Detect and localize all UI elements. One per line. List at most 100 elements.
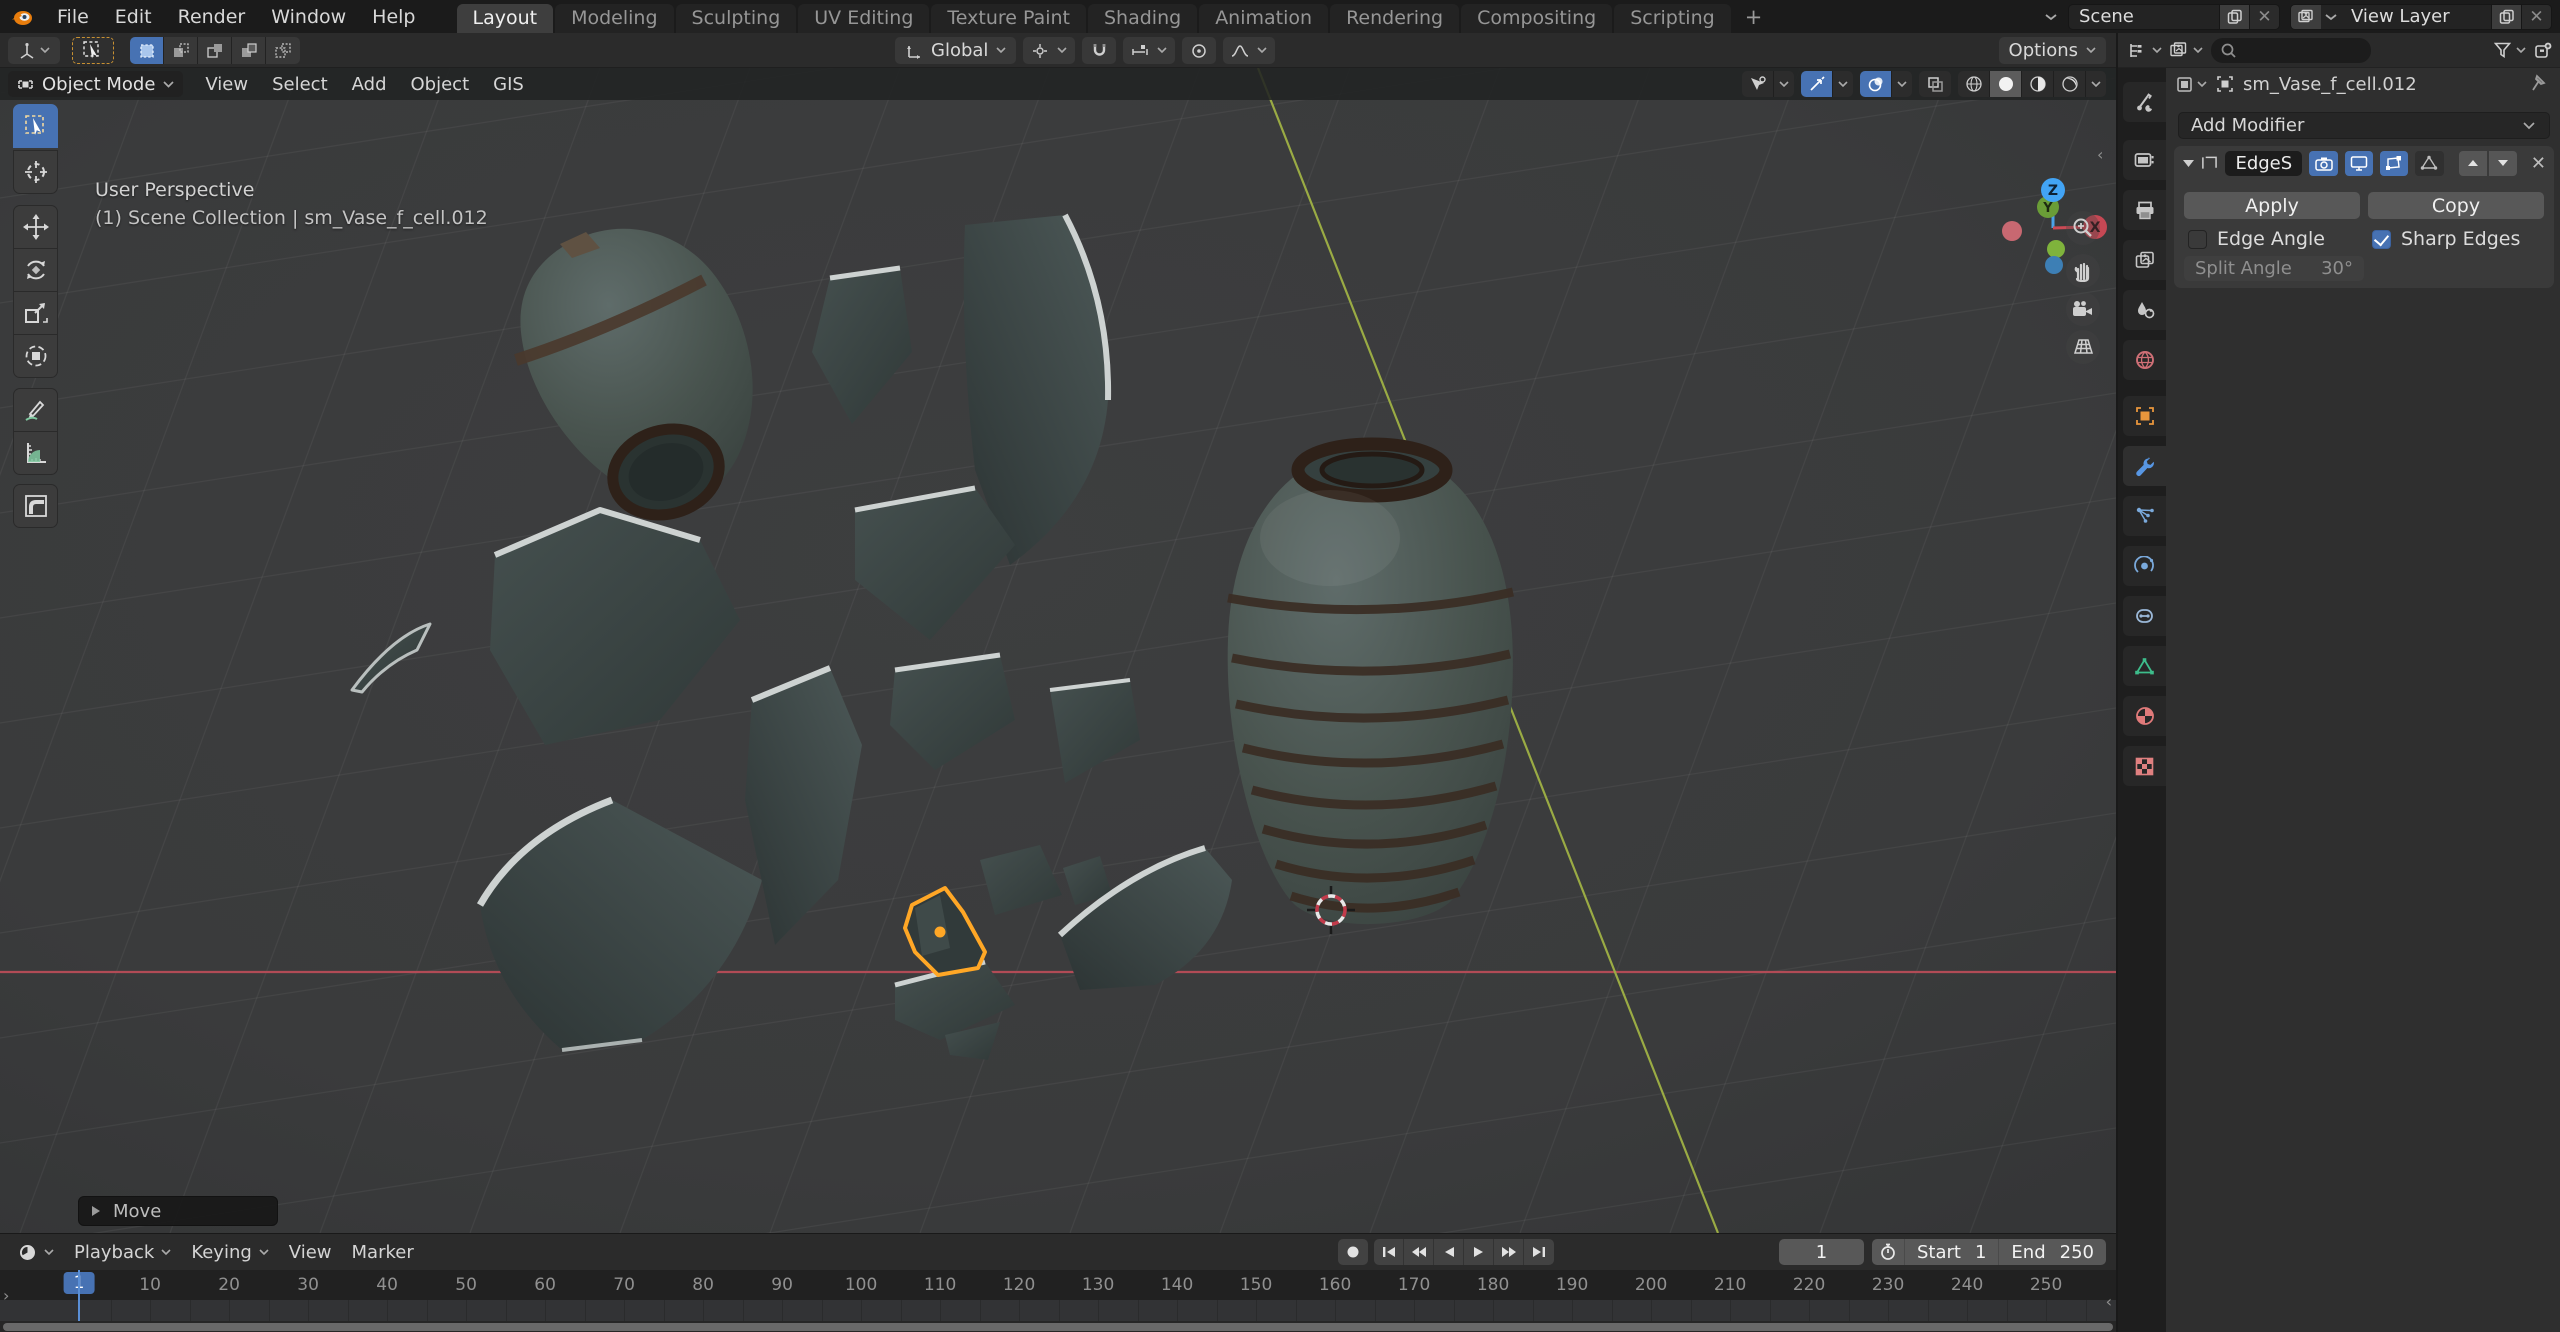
- snap-target-dropdown[interactable]: [1123, 37, 1175, 64]
- 3d-viewport[interactable]: Object Mode ViewSelectAddObjectGIS: [0, 68, 2116, 1233]
- tab-render[interactable]: [2123, 140, 2166, 180]
- modifier-cage-toggle[interactable]: [2415, 151, 2443, 176]
- timeline-menu-marker[interactable]: Marker: [342, 1242, 424, 1263]
- tab-tool[interactable]: [2123, 82, 2166, 122]
- scene-name[interactable]: Scene: [2069, 6, 2219, 27]
- xray-toggle-icon[interactable]: [1919, 71, 1951, 97]
- select-mode-extend[interactable]: [164, 37, 198, 64]
- overlays-dropdown-icon[interactable]: [1892, 71, 1912, 97]
- view-layer-icon[interactable]: [2291, 4, 2321, 30]
- shading-material-icon[interactable]: [2022, 71, 2054, 97]
- camera-view-button[interactable]: [2066, 292, 2100, 326]
- pivot-point-dropdown[interactable]: [1023, 37, 1075, 64]
- show-gizmo-icon[interactable]: [1801, 71, 1833, 97]
- jump-to-end-button[interactable]: [1524, 1239, 1554, 1265]
- select-mode-subtract[interactable]: [198, 37, 232, 64]
- menu-edit[interactable]: Edit: [102, 0, 165, 33]
- object-visibility-icon[interactable]: [1742, 71, 1774, 97]
- viewport-menu-select[interactable]: Select: [260, 68, 340, 100]
- viewport-menu-gis[interactable]: GIS: [481, 68, 536, 100]
- tab-material[interactable]: [2123, 696, 2166, 736]
- jump-to-start-button[interactable]: [1374, 1239, 1404, 1265]
- shading-solid-icon[interactable]: [1990, 71, 2022, 97]
- pin-icon[interactable]: [2530, 74, 2548, 94]
- add-primitive-tool[interactable]: [13, 484, 58, 528]
- workspace-tab-animation[interactable]: Animation: [1199, 4, 1328, 33]
- zoom-view-button[interactable]: [2066, 211, 2100, 245]
- timeline-editor-type-button[interactable]: [8, 1243, 64, 1262]
- modifier-name-field[interactable]: EdgeS: [2225, 151, 2302, 176]
- sharp-edges-checkbox[interactable]: [2372, 230, 2391, 249]
- tab-object-data[interactable]: [2123, 646, 2166, 686]
- play-reverse-button[interactable]: [1434, 1239, 1464, 1265]
- operator-panel[interactable]: Move: [78, 1196, 278, 1226]
- mode-selector[interactable]: Object Mode: [8, 71, 183, 97]
- apply-button[interactable]: Apply: [2184, 192, 2360, 219]
- scene-copy-icon[interactable]: [2219, 4, 2249, 30]
- transform-tool[interactable]: [13, 334, 58, 378]
- play-button[interactable]: [1464, 1239, 1494, 1265]
- viewport-menu-view[interactable]: View: [193, 68, 260, 100]
- workspace-tab-scripting[interactable]: Scripting: [1614, 4, 1731, 33]
- tab-physics[interactable]: [2123, 546, 2166, 586]
- tab-scene[interactable]: [2123, 290, 2166, 330]
- split-angle-field[interactable]: Split Angle 30°: [2184, 256, 2364, 281]
- shading-dropdown-icon[interactable]: [2086, 71, 2106, 97]
- modifier-realtime-toggle[interactable]: [2345, 151, 2373, 176]
- gizmo-dropdown-icon[interactable]: [1833, 71, 1853, 97]
- menu-render[interactable]: Render: [165, 0, 259, 33]
- timeline-left-expand-icon[interactable]: ›: [3, 1286, 9, 1305]
- shading-wireframe-icon[interactable]: [1958, 71, 1990, 97]
- workspace-tab-shading[interactable]: Shading: [1088, 4, 1197, 33]
- view-layer-copy-icon[interactable]: [2491, 4, 2521, 30]
- pan-view-button[interactable]: [2066, 254, 2100, 288]
- modifier-move-up-button[interactable]: [2459, 151, 2487, 176]
- blender-logo-icon[interactable]: [0, 7, 44, 27]
- breadcrumb-path-button[interactable]: [2176, 76, 2207, 93]
- active-tool-select-box[interactable]: [72, 37, 114, 64]
- next-keyframe-button[interactable]: [1494, 1239, 1524, 1265]
- workspace-tab-layout[interactable]: Layout: [457, 4, 554, 33]
- tab-object[interactable]: [2123, 396, 2166, 436]
- options-dropdown[interactable]: Options: [1999, 37, 2106, 64]
- panel-expand-icon[interactable]: [2182, 159, 2194, 168]
- cursor-tool[interactable]: [13, 150, 58, 194]
- scene-unlink-icon[interactable]: ✕: [2249, 4, 2279, 30]
- add-modifier-dropdown[interactable]: Add Modifier: [2178, 112, 2550, 139]
- edge-angle-checkbox[interactable]: [2188, 230, 2207, 249]
- annotate-tool[interactable]: [13, 388, 58, 432]
- editor-type-button[interactable]: [8, 37, 60, 64]
- tab-particles[interactable]: [2123, 496, 2166, 536]
- tab-view-layer[interactable]: [2123, 240, 2166, 280]
- timeline-menu-playback[interactable]: Playback: [64, 1242, 181, 1263]
- edge-angle-option[interactable]: Edge Angle: [2188, 228, 2325, 250]
- snap-magnet-toggle[interactable]: [1082, 37, 1116, 64]
- scene-browse-icon[interactable]: [2044, 13, 2058, 21]
- proportional-falloff-dropdown[interactable]: [1223, 37, 1275, 64]
- display-filter-button[interactable]: [2170, 42, 2203, 58]
- preview-range-icon[interactable]: [1872, 1239, 1905, 1265]
- select-mode-intersect[interactable]: [266, 37, 300, 64]
- visibility-dropdown-icon[interactable]: [1774, 71, 1794, 97]
- workspace-tab-uv-editing[interactable]: UV Editing: [798, 4, 929, 33]
- timeline-menu-view[interactable]: View: [279, 1242, 342, 1263]
- select-mode-invert[interactable]: [232, 37, 266, 64]
- intact-vase[interactable]: [1228, 444, 1513, 924]
- show-overlays-icon[interactable]: [1860, 71, 1892, 97]
- measure-tool[interactable]: [13, 431, 58, 475]
- workspace-tab-sculpting[interactable]: Sculpting: [676, 4, 797, 33]
- modifier-delete-icon[interactable]: ✕: [2531, 153, 2546, 174]
- move-tool[interactable]: [13, 205, 58, 249]
- viewport-menu-add[interactable]: Add: [340, 68, 399, 100]
- scale-tool[interactable]: [13, 291, 58, 335]
- workspace-tab-compositing[interactable]: Compositing: [1461, 4, 1612, 33]
- viewport-menu-object[interactable]: Object: [399, 68, 482, 100]
- sidebar-collapse-icon[interactable]: ‹: [2097, 145, 2103, 164]
- timeline-menu-keying[interactable]: Keying: [181, 1242, 278, 1263]
- properties-search-input[interactable]: [2211, 38, 2371, 63]
- select-mode-set[interactable]: [130, 37, 164, 64]
- auto-keying-record-button[interactable]: [1338, 1239, 1368, 1265]
- timeline-ruler[interactable]: 1102030405060708090100110120130140150160…: [0, 1270, 2116, 1300]
- menu-window[interactable]: Window: [258, 0, 359, 33]
- view-layer-browse-icon[interactable]: [2324, 13, 2338, 21]
